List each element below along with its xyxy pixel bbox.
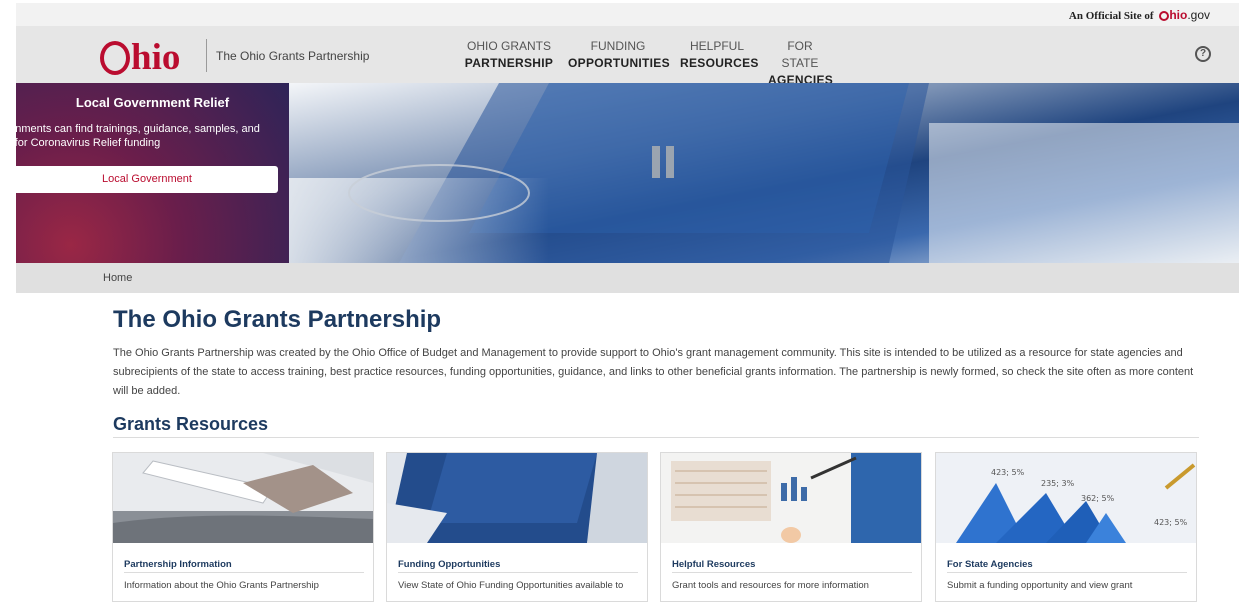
section-title-grants-resources: Grants Resources <box>113 414 269 434</box>
chart-label: 423; 5% <box>991 468 1025 477</box>
ohio-o-mark <box>1159 11 1170 21</box>
site-header: hio The Ohio Grants Partnership Ohio Gra… <box>16 26 1239 87</box>
card-image-pie-chart: 423; 5% 235; 3% 362; 5% 423; 5% <box>936 453 1196 543</box>
breadcrumb: Home <box>16 263 1239 293</box>
chart-label: 423; 5% <box>1154 518 1188 527</box>
nav-helpful-resources[interactable]: Helpful Resources <box>680 38 758 72</box>
ohio-logo-o-mark <box>100 41 130 75</box>
card-divider <box>398 572 638 573</box>
card-divider <box>947 572 1187 573</box>
site-name[interactable]: The Ohio Grants Partnership <box>216 49 369 63</box>
local-government-button[interactable]: Local Government <box>16 166 278 193</box>
hero-calculator-image <box>289 83 1239 263</box>
chart-label: 235; 3% <box>1041 479 1075 488</box>
card-description: Grant tools and resources for more infor… <box>672 580 869 591</box>
page-title: The Ohio Grants Partnership <box>113 306 442 333</box>
card-image-calculator <box>387 453 647 543</box>
hero-title: Local Government Relief <box>75 95 230 110</box>
card-title: Funding Opportunities <box>398 559 501 570</box>
card-description: View State of Ohio Funding Opportunities… <box>398 580 624 591</box>
card-for-state-agencies[interactable]: 423; 5% 235; 3% 362; 5% 423; 5% For Stat… <box>935 452 1197 602</box>
help-icon[interactable]: ? <box>1195 46 1211 62</box>
chart-label: 362; 5% <box>1081 494 1115 503</box>
card-title: For State Agencies <box>947 559 1033 570</box>
nav-ohio-grants-partnership[interactable]: Ohio Grants Partnership <box>463 38 555 72</box>
card-helpful-resources[interactable]: Helpful Resources Grant tools and resour… <box>660 452 922 602</box>
hero-panel: Local Government Relief vernments can fi… <box>16 83 289 263</box>
card-divider <box>672 572 912 573</box>
card-funding-opportunities[interactable]: Funding Opportunities View State of Ohio… <box>386 452 648 602</box>
section-divider <box>113 437 1199 438</box>
card-title: Partnership Information <box>124 559 232 570</box>
card-divider <box>124 572 364 573</box>
official-site-bar: An Official Site of hio.gov <box>16 3 1239 26</box>
carousel-pause-icon[interactable] <box>652 146 674 178</box>
ohio-logo[interactable]: hio <box>100 37 180 76</box>
card-partnership-information[interactable]: Partnership Information Information abou… <box>112 452 374 602</box>
card-title: Helpful Resources <box>672 559 756 570</box>
nav-for-state-agencies[interactable]: For State Agencies <box>768 38 833 89</box>
card-image-documents <box>113 453 373 543</box>
card-description: Information about the Ohio Grants Partne… <box>124 580 319 591</box>
hero-carousel: Local Government Relief vernments can fi… <box>16 83 1239 263</box>
hero-description: vernments can find trainings, guidance, … <box>16 123 260 149</box>
logo-divider <box>206 39 207 72</box>
nav-funding-opportunities[interactable]: Funding Opportunities <box>568 38 670 72</box>
card-description: Submit a funding opportunity and view gr… <box>947 580 1133 591</box>
card-image-reports <box>661 453 921 543</box>
breadcrumb-home[interactable]: Home <box>103 272 132 284</box>
intro-paragraph: The Ohio Grants Partnership was created … <box>113 347 1194 397</box>
official-site-label[interactable]: An Official Site of hio.gov <box>1069 8 1210 22</box>
